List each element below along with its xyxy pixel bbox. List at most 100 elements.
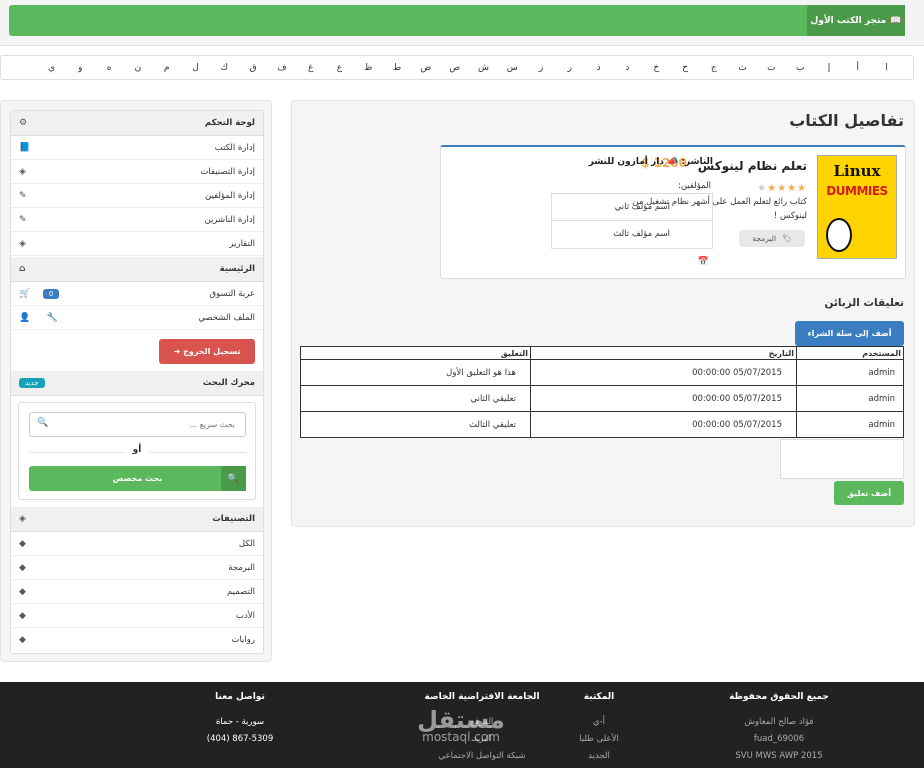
gears-icon: ⚙ (19, 118, 28, 128)
alphabet-letter[interactable]: ك (210, 63, 239, 73)
alphabet-letter[interactable]: ز (527, 63, 556, 73)
alphabet-letter[interactable]: ض (411, 63, 440, 73)
authors-list: اسم مؤلف ثاني اسم مؤلف ثالث (551, 193, 713, 249)
alphabet-letter[interactable]: ي (37, 63, 66, 73)
search-icon[interactable]: 🔍 (37, 418, 48, 428)
cart-group: 0 🛒 (19, 288, 60, 299)
book-cover[interactable]: Linux DUMMIES (817, 155, 897, 259)
alphabet-letter[interactable]: س (498, 63, 527, 73)
dashboard-header: لوحة التحكم ⚙ (11, 111, 263, 136)
sidebar-item-label: البرمجة (228, 562, 255, 573)
publisher: الناشر: 📣 دار أمازون للنشر (589, 157, 713, 167)
tag-icon: ◆ (19, 562, 26, 573)
categories-title: التصنيفات (212, 514, 255, 524)
sidebar-item-reports[interactable]: التقارير ◈ (11, 232, 263, 256)
sign-out-icon: ➜ (173, 347, 181, 356)
alphabet-letter[interactable]: خ (642, 63, 671, 73)
sidebar-item-manage-categories[interactable]: إدارة التصنيفات ◈ (11, 160, 263, 184)
user-icon: 👤 (19, 312, 31, 323)
sidebar-item-cart[interactable]: عربة التسوق 0 🛒 (11, 282, 263, 306)
alphabet-letter[interactable]: ث (728, 63, 757, 73)
add-to-cart-button[interactable]: أضف إلى سلة الشراء (795, 321, 904, 346)
alphabet-letter[interactable]: ت (757, 63, 786, 73)
alphabet-letter[interactable]: ن (123, 63, 152, 73)
alphabet-letter[interactable]: ا (872, 63, 901, 73)
alphabet-letter[interactable]: ع (325, 63, 354, 73)
footer-title: تواصل معنا (215, 692, 265, 702)
footer-link[interactable]: شبكة التواصل الاجتماعي (407, 748, 557, 765)
add-comment-button[interactable]: أضف تعليق (834, 481, 904, 505)
alphabet-letter[interactable]: ذ (584, 63, 613, 73)
tags-icon: ◈ (19, 238, 26, 249)
sidebar-item-profile[interactable]: الملف الشخصي 🔧 👤 (11, 306, 263, 330)
alphabet-letter[interactable]: ح (671, 63, 700, 73)
alphabet-letter[interactable]: غ (296, 63, 325, 73)
alphabet-letter[interactable]: ف (267, 63, 296, 73)
alphabet-letter[interactable]: ش (469, 63, 498, 73)
sidebar-item-manage-publishers[interactable]: إدارة الناشرين ✎ (11, 208, 263, 232)
sidebar-item-category-novels[interactable]: روايات ◆ (11, 628, 263, 652)
search-engine-title: محرك البحث (202, 378, 255, 388)
alphabet-letter[interactable]: د (613, 63, 642, 73)
sidebar-item-label: إدارة المؤلفين (205, 190, 255, 201)
alphabet-letter[interactable]: ه (95, 63, 124, 73)
sidebar-item-category-all[interactable]: الكل ◆ (11, 532, 263, 556)
cart-count-badge: 0 (42, 288, 60, 299)
alphabet-letter[interactable]: و (66, 63, 95, 73)
comment-textarea[interactable] (780, 439, 904, 479)
sidebar-item-category-literature[interactable]: الأدب ◆ (11, 604, 263, 628)
book-details-panel: تفاصيل الكتاب Linux DUMMIES تعلم نظام لي… (291, 100, 915, 527)
home-header[interactable]: الرئيسية ⌂ (11, 257, 263, 282)
sidebar-item-manage-authors[interactable]: إدارة المؤلفين ✎ (11, 184, 263, 208)
alphabet-letter[interactable]: ص (440, 63, 469, 73)
alphabet-letter[interactable]: ط (383, 63, 412, 73)
table-row: admin 05/07/2015 00:00:00 تعليقي الثاني (300, 385, 904, 412)
edit-icon: ✎ (19, 190, 27, 201)
author-item[interactable]: اسم مؤلف ثالث (552, 221, 712, 248)
alphabet-letter[interactable]: م (152, 63, 181, 73)
comment-text: تعليقي الثالث (300, 411, 531, 438)
footer-copyright: جميع الحقوق محفوظة فؤاد صالح المعاوش fua… (704, 692, 854, 765)
footer-phone: (404) 867-5309 (206, 734, 274, 744)
advanced-search-button[interactable]: بحث مخصص (29, 466, 246, 491)
megaphone-icon: 📣 (667, 157, 679, 167)
logout-button[interactable]: تسجيل الخروج ➜ (159, 339, 255, 364)
sidebar-item-category-design[interactable]: التصميم ◆ (11, 580, 263, 604)
brand-label: متجر الكتب الأول (810, 15, 887, 26)
alphabet-letter[interactable]: أ (843, 63, 872, 73)
sidebar-item-label: الكل (238, 538, 255, 549)
search-input[interactable] (29, 412, 246, 437)
publisher-name[interactable]: دار أمازون للنشر (589, 157, 664, 167)
sidebar-item-manage-books[interactable]: إدارة الكتب 📘 (11, 136, 263, 160)
cart-icon: 🛒 (19, 288, 31, 299)
sidebar-item-category-programming[interactable]: البرمجة ◆ (11, 556, 263, 580)
sidebar-item-label: الملف الشخصي (198, 312, 255, 323)
alphabet-letter[interactable]: ب (786, 63, 815, 73)
sidebar-item-label: عربة التسوق (209, 288, 255, 299)
table-row: admin 05/07/2015 00:00:00 هذا هو التعليق… (300, 359, 904, 386)
alphabet-letter[interactable]: ج (699, 63, 728, 73)
comment-date: 05/07/2015 00:00:00 (530, 411, 797, 438)
logout-label: تسجيل الخروج (183, 347, 241, 356)
brand-link[interactable]: 📖 متجر الكتب الأول (807, 5, 905, 36)
sidebar-item-label: روايات (231, 635, 255, 645)
alphabet-letter[interactable]: ظ (354, 63, 383, 73)
search-icon[interactable]: 🔍 (221, 466, 246, 491)
tag-icon: ◆ (19, 538, 26, 549)
alphabet-list: اأإبتثجحخدذرزسشصضطظعغفقكلمنهوي (1, 56, 913, 79)
author-item[interactable]: اسم مؤلف ثاني (552, 194, 712, 221)
footer-line: سورية - حماة (215, 717, 265, 727)
comment-date: 05/07/2015 00:00:00 (530, 359, 797, 386)
authors-label: المؤلفين: (677, 181, 711, 191)
sidebar-item-label: إدارة الكتب (214, 142, 255, 153)
watermark-sub: mostaql.com (422, 730, 500, 744)
book-title[interactable]: تعلم نظام لينوكس (698, 159, 807, 173)
calendar-icon: 📅 (697, 257, 709, 267)
alphabet-letter[interactable]: إ (815, 63, 844, 73)
star-icon: ★ (797, 183, 807, 194)
column-header-user: المستخدم (796, 346, 904, 360)
category-tag[interactable]: 🏷 البرمجة (739, 230, 805, 247)
alphabet-letter[interactable]: ر (555, 63, 584, 73)
alphabet-letter[interactable]: ل (181, 63, 210, 73)
alphabet-letter[interactable]: ق (239, 63, 268, 73)
